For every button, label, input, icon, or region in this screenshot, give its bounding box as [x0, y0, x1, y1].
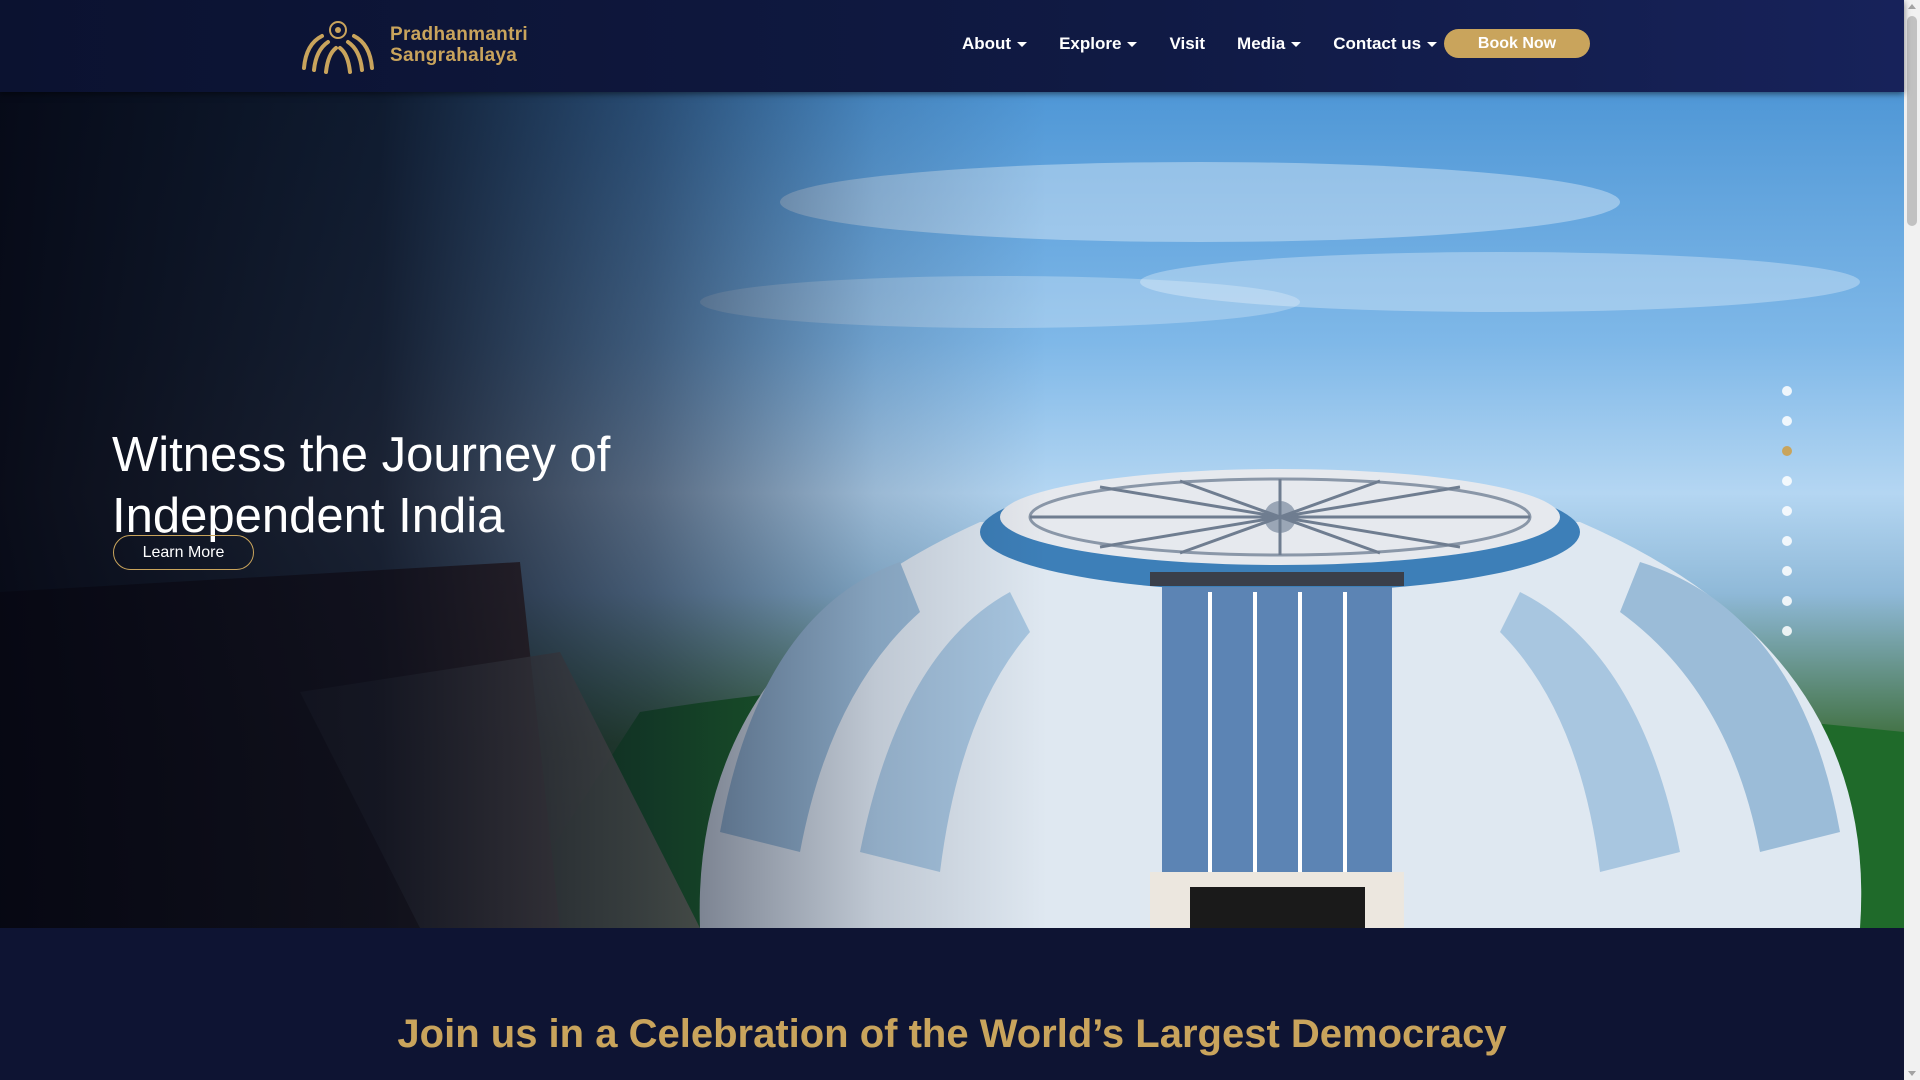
carousel-indicators [1782, 386, 1794, 656]
page-scrollbar[interactable] [1904, 0, 1920, 1080]
logo-line-1: Pradhanmantri [390, 24, 528, 45]
carousel-dot-active[interactable] [1782, 446, 1792, 456]
caret-down-icon [1017, 41, 1028, 47]
caret-down-icon [1127, 41, 1138, 47]
caret-down-icon [1427, 41, 1438, 47]
scroll-thumb[interactable] [1907, 16, 1917, 226]
carousel-dot[interactable] [1782, 416, 1792, 426]
nav-visit-label: Visit [1169, 34, 1206, 53]
nav-explore[interactable]: Explore [1059, 34, 1138, 54]
carousel-dot[interactable] [1782, 386, 1792, 396]
carousel-dot[interactable] [1782, 476, 1792, 486]
caret-down-icon [1291, 41, 1302, 47]
nav-visit[interactable]: Visit [1169, 34, 1205, 54]
hero-title: Witness the Journey of Independent India [112, 427, 611, 543]
carousel-dot[interactable] [1782, 536, 1792, 546]
celebration-section: Join us in a Celebration of the World’s … [0, 928, 1904, 1080]
logo-line-2: Sangrahalaya [390, 45, 518, 66]
carousel-dot[interactable] [1782, 506, 1792, 516]
main-nav: About Explore Visit Media Contact us [962, 0, 1469, 88]
scroll-down-arrow-icon[interactable] [1908, 1071, 1916, 1076]
nav-explore-label: Explore [1059, 34, 1122, 53]
site-header: Pradhanmantri Sangrahalaya About Explore… [0, 0, 1904, 92]
scroll-up-arrow-icon[interactable] [1908, 4, 1916, 9]
nav-contact-label: Contact us [1333, 34, 1422, 53]
carousel-dot[interactable] [1782, 596, 1792, 606]
nav-media[interactable]: Media [1237, 34, 1302, 54]
book-now-button[interactable]: Book Now [1444, 29, 1590, 58]
logo-wordmark: Pradhanmantri Sangrahalaya [390, 24, 528, 66]
carousel-dot[interactable] [1782, 566, 1792, 576]
nav-about-label: About [962, 34, 1012, 53]
carousel-dot[interactable] [1782, 626, 1792, 636]
nav-about[interactable]: About [962, 34, 1028, 54]
nav-contact[interactable]: Contact us [1333, 34, 1438, 54]
section-heading: Join us in a Celebration of the World’s … [397, 1012, 1507, 1056]
museum-emblem-icon [302, 21, 374, 74]
learn-more-button[interactable]: Learn More [113, 535, 254, 570]
nav-media-label: Media [1237, 34, 1286, 53]
hero-carousel: Witness the Journey of Independent India… [0, 92, 1904, 928]
site-logo[interactable]: Pradhanmantri Sangrahalaya [296, 16, 528, 74]
